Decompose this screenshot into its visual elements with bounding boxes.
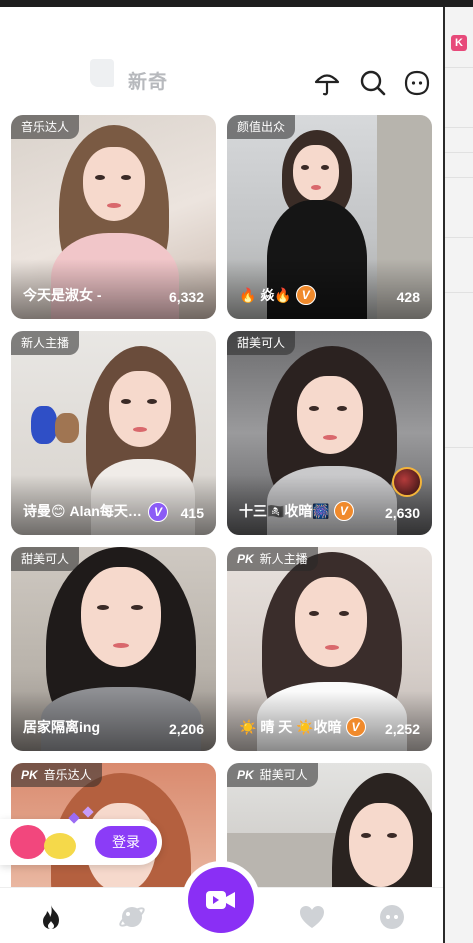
yellow-mascot-icon (44, 833, 76, 859)
divider (445, 237, 473, 238)
go-live-button[interactable] (188, 867, 254, 933)
live-card[interactable]: 甜美可人 十三🏴‍☠️收暗🎆 V 2,630 (227, 331, 432, 535)
streamer-name: 十三🏴‍☠️收暗🎆 V (239, 501, 354, 521)
camera-icon (206, 891, 235, 909)
search-icon[interactable] (359, 69, 387, 97)
pk-icon: PK (237, 768, 254, 782)
verified-badge-icon: V (148, 502, 168, 522)
window-top-bar (0, 0, 473, 7)
divider (445, 292, 473, 293)
category-tag: PK 新人主播 (227, 547, 318, 571)
heart-icon[interactable] (298, 903, 326, 931)
category-tag: PK 音乐达人 (11, 763, 102, 787)
category-tag: 颜值出众 (227, 115, 296, 139)
pink-mascot-icon (10, 825, 46, 859)
viewer-count: 2,630 (384, 505, 420, 521)
category-tag: PK 甜美可人 (227, 763, 318, 787)
fire-icon[interactable] (37, 903, 65, 931)
mini-avatar[interactable] (392, 467, 422, 497)
verified-badge-icon: V (333, 501, 354, 521)
streamer-name: 居家隔离ing (23, 719, 100, 735)
divider (445, 127, 473, 128)
category-tag: 甜美可人 (227, 331, 296, 355)
face-icon[interactable] (378, 903, 406, 931)
divider (445, 67, 473, 68)
side-panel: K (443, 7, 473, 943)
streamer-name: 🔥 焱🔥 V (239, 285, 316, 305)
divider (445, 177, 473, 178)
viewer-count: 6,332 (168, 289, 204, 305)
streamer-name: ☀️ 晴 天 ☀️收暗 V (239, 717, 366, 737)
viewer-count: 2,206 (168, 721, 204, 737)
planet-icon[interactable] (118, 903, 146, 931)
pk-icon: PK (21, 768, 38, 782)
category-tag: 音乐达人 (11, 115, 80, 139)
phone-screen: 新奇 音乐达人 今天是淑女 - 6,332 颜值出众 🔥 焱🔥 V 428 新人… (0, 7, 443, 943)
divider (445, 447, 473, 448)
header: 新奇 (0, 7, 443, 115)
live-card[interactable]: 新人主播 诗曼😊 Alan每天… V 415 (11, 331, 216, 535)
tab-placeholder[interactable] (90, 59, 114, 87)
streamer-name: 今天是淑女 - (23, 287, 102, 303)
viewer-count: 415 (180, 505, 204, 521)
viewer-count: 2,252 (384, 721, 420, 737)
live-card[interactable]: PK 新人主播 ☀️ 晴 天 ☀️收暗 V 2,252 (227, 547, 432, 751)
live-card[interactable]: 颜值出众 🔥 焱🔥 V 428 (227, 115, 432, 319)
category-tag: 新人主播 (11, 331, 80, 355)
category-tag: 甜美可人 (11, 547, 80, 571)
live-card[interactable]: 甜美可人 居家隔离ing 2,206 (11, 547, 216, 751)
app-k-icon[interactable]: K (451, 35, 467, 51)
divider (445, 152, 473, 153)
pk-icon: PK (237, 552, 254, 566)
viewer-count: 428 (396, 289, 420, 305)
streamer-name: 诗曼😊 Alan每天… (23, 503, 142, 519)
umbrella-icon[interactable] (313, 69, 341, 97)
tab-xinqi[interactable]: 新奇 (128, 67, 168, 94)
chat-bubble-icon[interactable] (403, 69, 431, 97)
live-card[interactable]: 音乐达人 今天是淑女 - 6,332 (11, 115, 216, 319)
verified-badge-icon: V (345, 717, 366, 737)
login-button[interactable]: 登录 (95, 826, 157, 858)
verified-badge-icon: V (295, 285, 316, 305)
